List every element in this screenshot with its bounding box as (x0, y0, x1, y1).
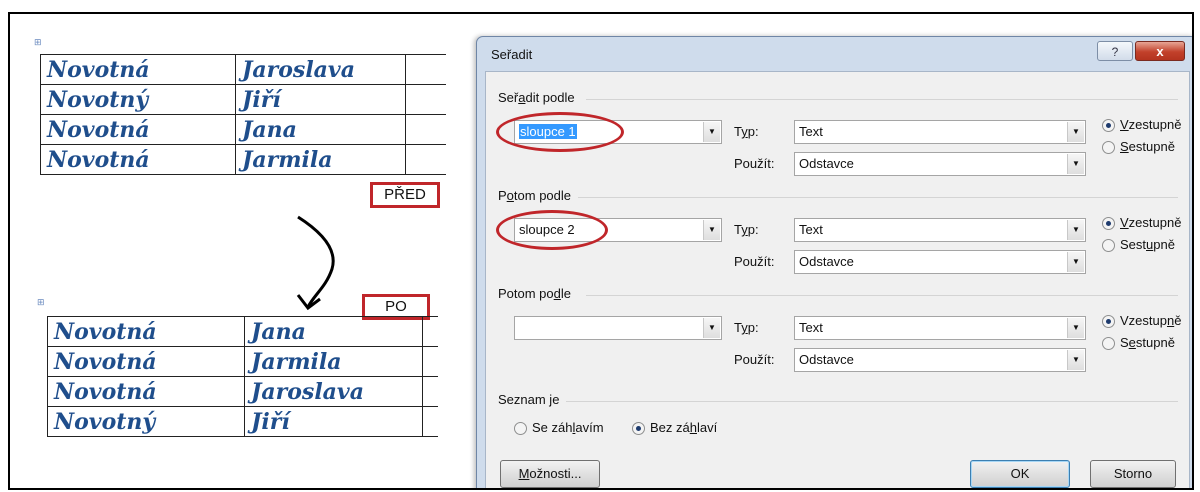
table-after-row: Novotná Jana (47, 316, 438, 347)
type-label: Typ: (734, 320, 759, 335)
section-divider (578, 197, 1178, 198)
use-combo-3[interactable]: Odstavce ▼ (794, 348, 1086, 372)
ok-button[interactable]: OK (970, 460, 1070, 488)
radio-descending-2[interactable] (1102, 239, 1115, 252)
firstname-cell[interactable]: Jiří (235, 84, 406, 115)
surname-cell[interactable]: Novotná (47, 316, 245, 347)
table-after-row: Novotná Jaroslava (47, 376, 438, 407)
radio-with-header-label: Se záhlavím (532, 420, 604, 435)
section-label-1: Seřadit podle (498, 90, 575, 105)
table-before-row: Novotná Jarmila (40, 144, 446, 175)
sort-dialog: Seřadit ? x Seřadit podle sloupce 1 ▼ Typ: T… (476, 36, 1192, 488)
firstname-cell[interactable]: Jana (244, 316, 423, 347)
radio-descending-label: Sestupně (1120, 237, 1175, 252)
surname-cell[interactable]: Novotný (40, 84, 236, 115)
empty-cell[interactable] (422, 406, 438, 437)
chevron-down-icon[interactable]: ▼ (1067, 318, 1084, 338)
surname-cell[interactable]: Novotná (47, 376, 245, 407)
sort-column-combo-3[interactable]: ▼ (514, 316, 722, 340)
surname-cell[interactable]: Novotná (40, 54, 236, 85)
section-divider (586, 99, 1178, 100)
chevron-down-icon[interactable]: ▼ (1067, 350, 1084, 370)
empty-cell[interactable] (422, 376, 438, 407)
chevron-down-icon[interactable]: ▼ (1067, 220, 1084, 240)
empty-cell[interactable] (405, 54, 446, 85)
surname-cell[interactable]: Novotná (40, 114, 236, 145)
chevron-down-icon[interactable]: ▼ (1067, 122, 1084, 142)
table-before: Novotná Jaroslava Novotný Jiří Novotná Jana No… (40, 54, 446, 175)
section-label-list: Seznam je (498, 392, 560, 407)
radio-ascending-1[interactable] (1102, 119, 1115, 132)
empty-cell[interactable] (422, 316, 438, 347)
firstname-cell[interactable]: Jana (235, 114, 406, 145)
radio-descending-3[interactable] (1102, 337, 1115, 350)
type-label: Typ: (734, 222, 759, 237)
section-label-3: Potom podle (498, 286, 572, 301)
sort-column-combo-1[interactable]: sloupce 1 ▼ (514, 120, 722, 144)
table-after: Novotná Jana Novotná Jarmila Novotná Jaroslav… (47, 316, 438, 437)
surname-cell[interactable]: Novotná (40, 144, 236, 175)
radio-ascending-label: Vzestupně (1120, 117, 1182, 132)
cancel-button[interactable]: Storno (1090, 460, 1176, 488)
radio-descending-label: Sestupně (1120, 139, 1175, 154)
down-arrow-icon (296, 215, 335, 311)
firstname-cell[interactable]: Jarmila (244, 346, 423, 377)
use-label: Použít: (734, 156, 775, 171)
table-move-handle-icon[interactable]: ⊞ (34, 38, 42, 48)
firstname-cell[interactable]: Jarmila (235, 144, 406, 175)
use-combo-2[interactable]: Odstavce ▼ (794, 250, 1086, 274)
type-combo-3[interactable]: Text ▼ (794, 316, 1086, 340)
chevron-down-icon[interactable]: ▼ (703, 318, 720, 338)
section-label-2: Potom podle (498, 188, 571, 203)
radio-ascending-3[interactable] (1102, 315, 1115, 328)
use-combo-1[interactable]: Odstavce ▼ (794, 152, 1086, 176)
surname-cell[interactable]: Novotný (47, 406, 245, 437)
chevron-down-icon[interactable]: ▼ (703, 220, 720, 240)
chevron-down-icon[interactable]: ▼ (1067, 252, 1084, 272)
table-after-row: Novotný Jiří (47, 406, 438, 437)
radio-ascending-label: Vzestupně (1120, 215, 1182, 230)
close-button[interactable]: x (1135, 41, 1185, 61)
radio-with-header[interactable] (514, 422, 527, 435)
dialog-body: Seřadit podle sloupce 1 ▼ Typ: Text ▼ Použít: O… (485, 71, 1190, 488)
type-label: Typ: (734, 124, 759, 139)
radio-descending-1[interactable] (1102, 141, 1115, 154)
empty-cell[interactable] (405, 84, 446, 115)
chevron-down-icon[interactable]: ▼ (1067, 154, 1084, 174)
surname-cell[interactable]: Novotná (47, 346, 245, 377)
firstname-cell[interactable]: Jaroslava (235, 54, 406, 85)
empty-cell[interactable] (405, 144, 446, 175)
table-before-row: Novotná Jana (40, 114, 446, 145)
table-after-row: Novotná Jarmila (47, 346, 438, 377)
radio-ascending-2[interactable] (1102, 217, 1115, 230)
table-move-handle-icon[interactable]: ⊞ (37, 298, 45, 308)
radio-no-header-label: Bez záhlaví (650, 420, 718, 435)
empty-cell[interactable] (422, 346, 438, 377)
chevron-down-icon[interactable]: ▼ (703, 122, 720, 142)
radio-ascending-label: Vzestupně (1120, 313, 1182, 328)
use-label: Použít: (734, 352, 775, 367)
help-button[interactable]: ? (1097, 41, 1133, 61)
use-label: Použít: (734, 254, 775, 269)
firstname-cell[interactable]: Jiří (244, 406, 423, 437)
options-button[interactable]: Možnosti... (500, 460, 600, 488)
table-before-row: Novotná Jaroslava (40, 54, 446, 85)
dialog-title: Seřadit (491, 47, 533, 62)
type-combo-1[interactable]: Text ▼ (794, 120, 1086, 144)
table-before-row: Novotný Jiří (40, 84, 446, 115)
radio-descending-label: Sestupně (1120, 335, 1175, 350)
empty-cell[interactable] (405, 114, 446, 145)
screenshot-frame: ⊞ Novotná Jaroslava Novotný Jiří Novotná Jana… (8, 12, 1194, 490)
firstname-cell[interactable]: Jaroslava (244, 376, 423, 407)
radio-no-header[interactable] (632, 422, 645, 435)
label-before: PŘED (370, 182, 440, 208)
section-divider (586, 295, 1178, 296)
type-combo-2[interactable]: Text ▼ (794, 218, 1086, 242)
sort-column-combo-2[interactable]: sloupce 2 ▼ (514, 218, 722, 242)
